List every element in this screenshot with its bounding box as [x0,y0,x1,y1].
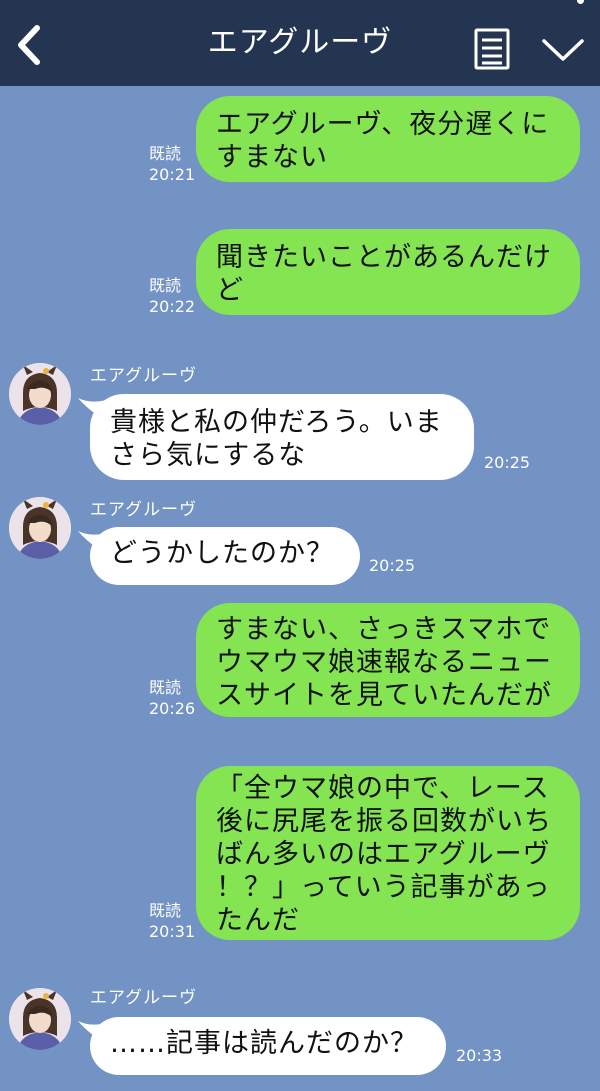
message-time: 20:22 [149,297,196,316]
message-row: エアグルーヴ どうかしたのか？ 20:25 [0,494,600,586]
chat-header: エアグルーヴ [0,0,600,86]
message-row: 既読 20:21 エアグルーヴ、夜分遅くに すまない [0,96,600,185]
message-row: 既読 20:31 「全ウマ娘の中で、レース 後に尻尾を振る回数がいち ばん多いの… [0,766,600,942]
message-row: 既読 20:26 すまない、さっきスマホで ウマウマ娘速報なるニュー スサイトを… [0,603,600,719]
memo-button[interactable] [470,27,514,71]
sender-name: エアグルーヴ [90,366,198,386]
message-bubble-outgoing[interactable]: 「全ウマ娘の中で、レース 後に尻尾を振る回数がいち ばん多いのはエアグルーヴ ！… [196,766,580,940]
sender-name: エアグルーヴ [90,988,198,1008]
chevron-down-icon [542,39,584,61]
read-receipt: 既読 [149,144,182,163]
memo-icon [474,28,510,70]
read-receipt: 既読 [149,901,182,920]
back-chevron-icon [18,25,40,65]
message-time: 20:26 [149,699,196,718]
read-receipt: 既読 [149,678,182,697]
chat-screen: { "header": { "title": "エアグルーヴ", "back_i… [0,0,600,1091]
message-meta: 既読 20:21 [149,143,195,185]
message-row: エアグルーヴ ……記事は読んだのか？ 20:33 [0,985,600,1077]
message-meta: 既読 20:26 [149,677,195,719]
status-dot [577,0,584,4]
message-bubble-incoming[interactable]: 貴様と私の仲だろう。いま さら気にするな [90,394,474,480]
avatar-icon [9,497,71,559]
message-meta: 既読 20:31 [149,900,195,942]
message-time: 20:25 [484,453,531,472]
message-bubble-outgoing[interactable]: 聞きたいことがあるんだけ ど [196,229,580,315]
message-bubble-outgoing[interactable]: すまない、さっきスマホで ウマウマ娘速報なるニュー スサイトを見ていたんだが [196,603,580,717]
message-bubble-incoming[interactable]: どうかしたのか？ [90,527,360,585]
message-time: 20:25 [369,556,416,575]
read-receipt: 既読 [149,276,182,295]
message-bubble-incoming[interactable]: ……記事は読んだのか？ [90,1017,446,1075]
avatar[interactable] [9,497,71,559]
message-meta: 既読 20:22 [149,275,195,317]
message-row: エアグルーヴ 貴様と私の仲だろう。いま さら気にするな 20:25 [0,360,600,482]
message-row: 既読 20:22 聞きたいことがあるんだけ ど [0,229,600,317]
avatar[interactable] [9,988,71,1050]
sender-name: エアグルーヴ [90,500,198,520]
message-time: 20:21 [149,165,196,184]
message-time: 20:33 [456,1046,503,1065]
avatar-icon [9,363,71,425]
message-bubble-outgoing[interactable]: エアグルーヴ、夜分遅くに すまない [196,96,580,182]
message-time: 20:31 [149,922,196,941]
menu-button[interactable] [540,35,586,65]
avatar-icon [9,988,71,1050]
back-button[interactable] [10,20,50,70]
avatar[interactable] [9,363,71,425]
